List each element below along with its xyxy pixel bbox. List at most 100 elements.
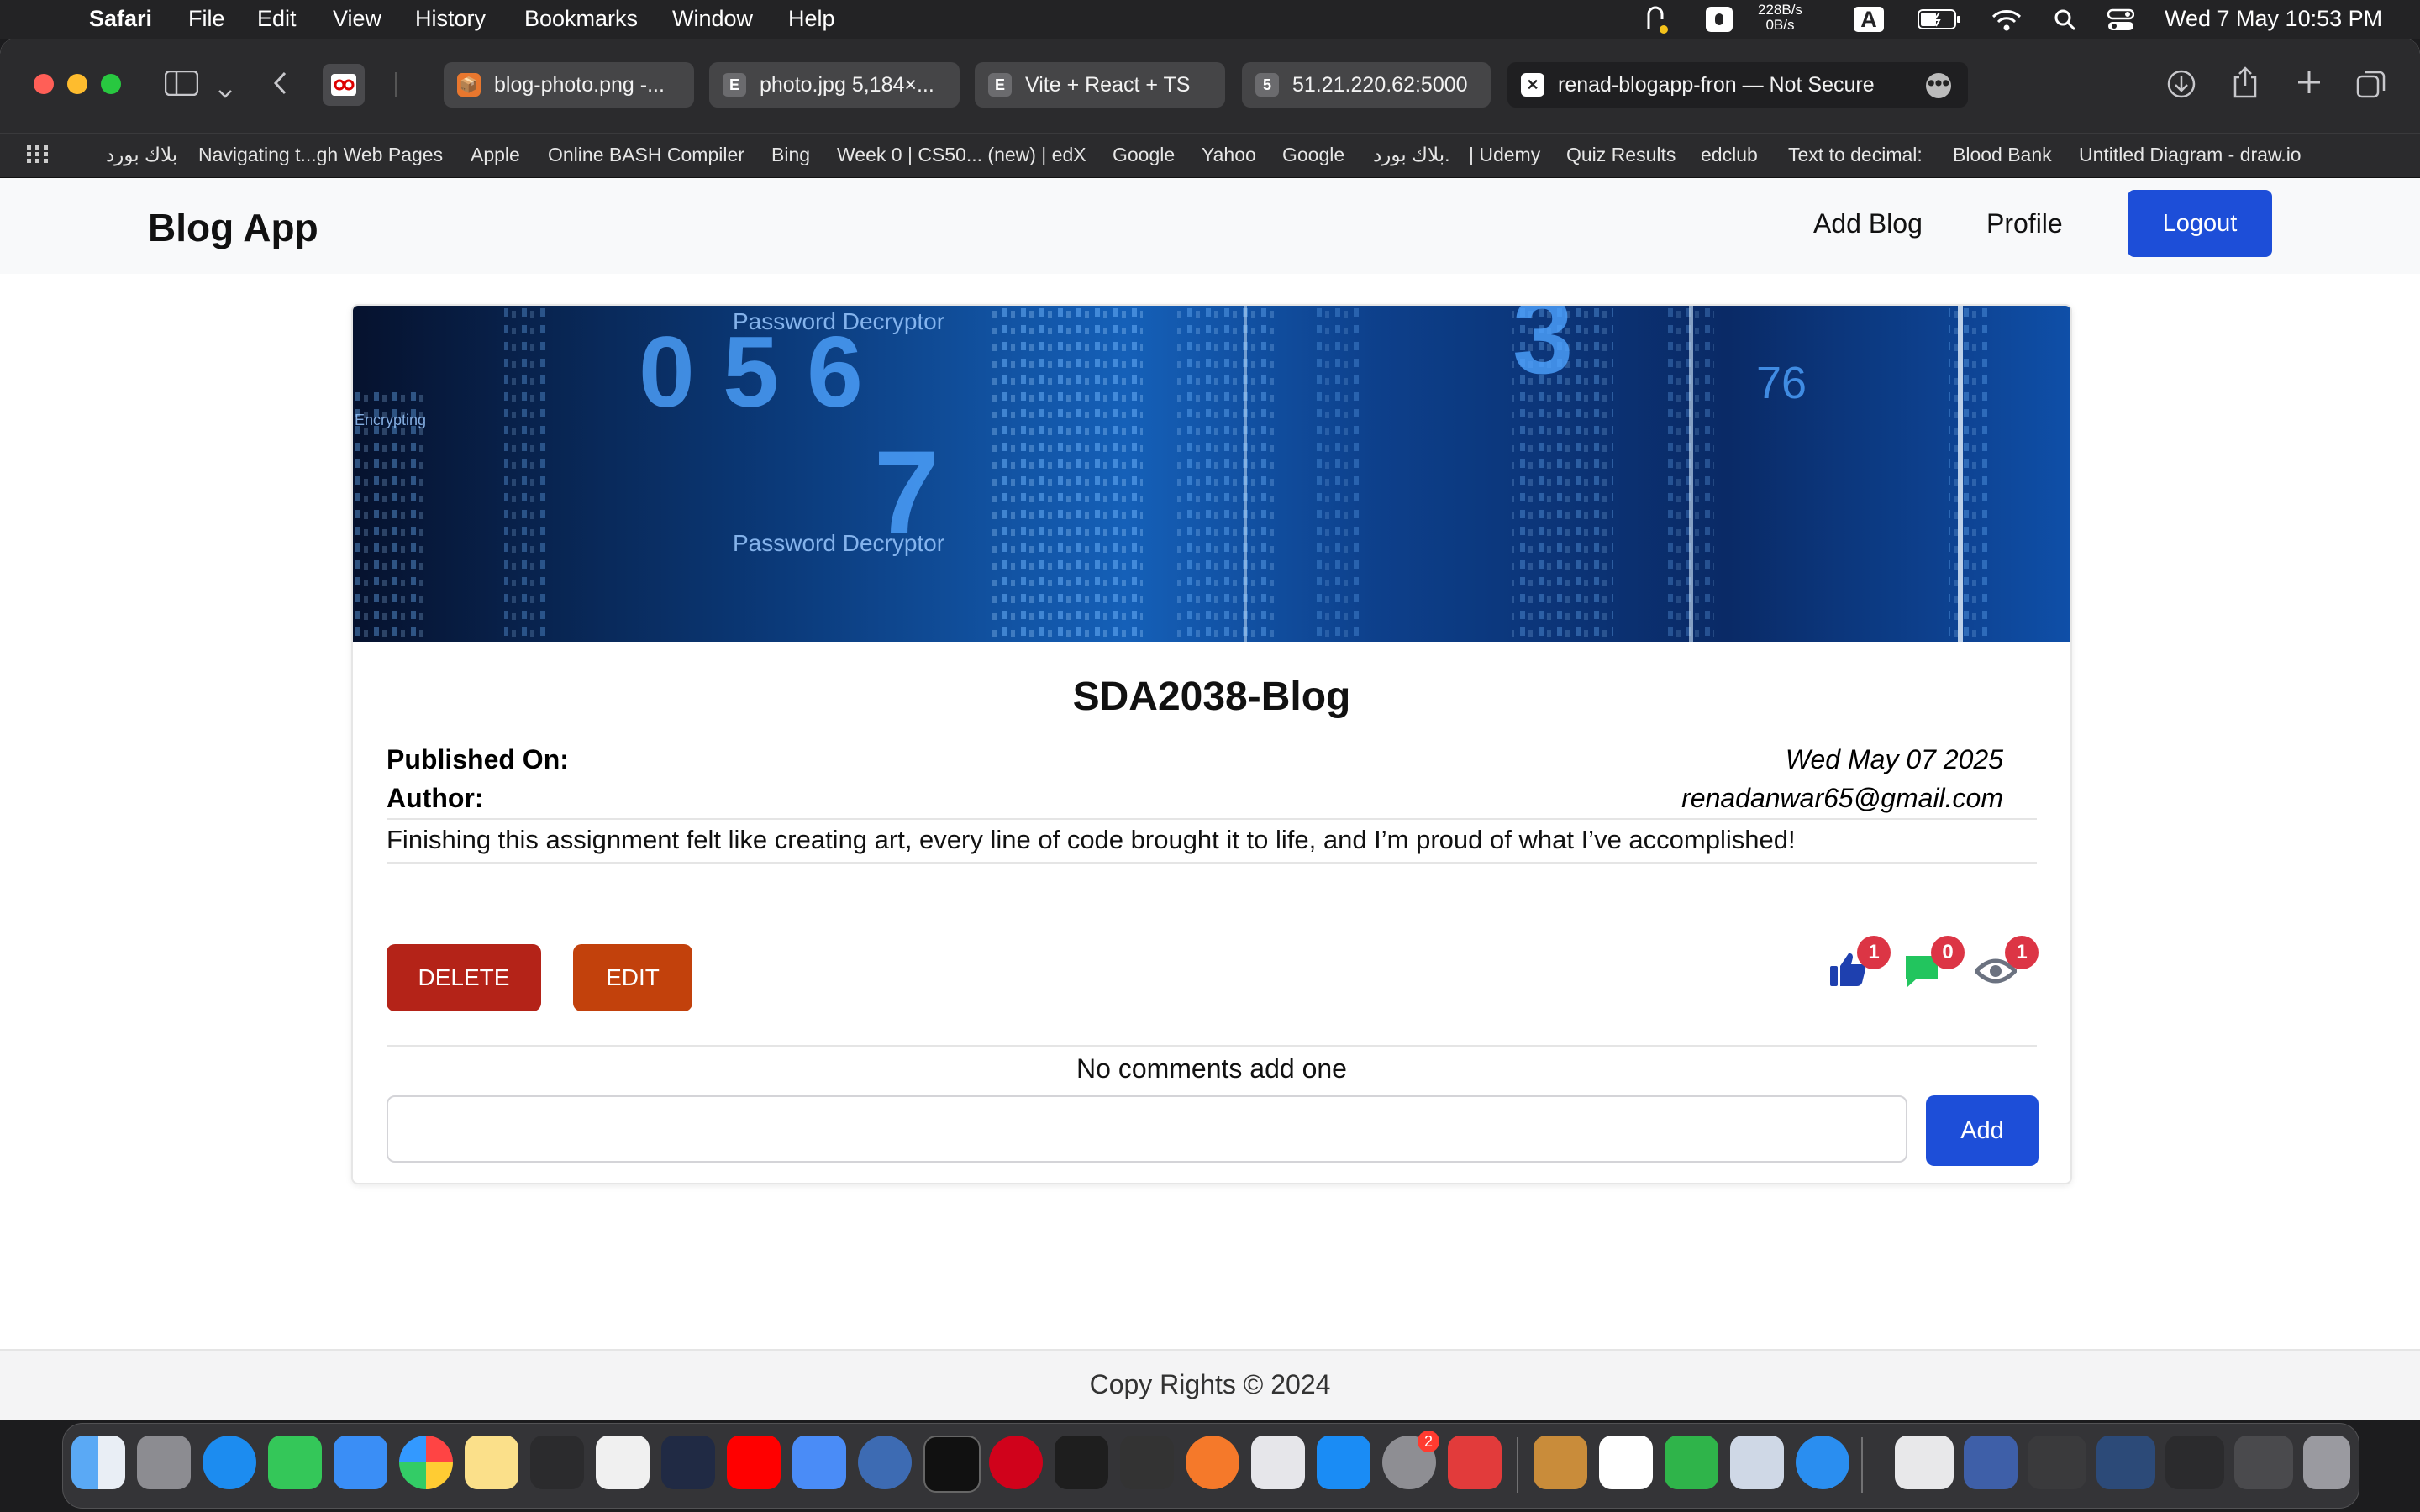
blender-icon[interactable] xyxy=(1186,1436,1239,1489)
tab-favicon: ✕ xyxy=(1521,73,1544,97)
numbers-icon[interactable] xyxy=(1665,1436,1718,1489)
network-speed: 228B/s 0B/s xyxy=(1758,3,1802,33)
launchpad-icon[interactable] xyxy=(137,1436,191,1489)
bookmark-item[interactable]: بلاك بورد xyxy=(106,144,177,166)
vscode-icon[interactable] xyxy=(1599,1436,1653,1489)
zoom-window-button[interactable] xyxy=(101,74,121,94)
minimized-window-thumbnail[interactable] xyxy=(1964,1436,2018,1489)
tab-label: 51.21.220.62:5000 xyxy=(1292,73,1468,97)
trash-icon[interactable] xyxy=(2303,1436,2350,1489)
network-app-icon[interactable] xyxy=(1251,1436,1305,1489)
minimized-window-thumbnail[interactable] xyxy=(2028,1436,2086,1489)
bookmark-item[interactable]: Google xyxy=(1282,144,1344,166)
bookmark-item[interactable]: Google xyxy=(1113,144,1175,166)
share-icon[interactable] xyxy=(2232,66,2259,106)
input-source-indicator[interactable]: A xyxy=(1854,7,1884,32)
battery-icon[interactable] xyxy=(1918,8,1963,36)
tab-label: renad-blogapp-fron — Not Secure xyxy=(1558,73,1875,97)
back-icon[interactable] xyxy=(272,71,289,102)
divider xyxy=(387,1045,2037,1047)
keychain-icon[interactable] xyxy=(1534,1436,1587,1489)
sidebar-toggle-icon[interactable] xyxy=(164,70,199,102)
menu-help[interactable]: Help xyxy=(788,6,835,32)
edit-button[interactable]: EDIT xyxy=(573,944,692,1011)
messages-icon[interactable] xyxy=(268,1436,322,1489)
photo-booth-icon[interactable] xyxy=(1448,1436,1502,1489)
bookmark-item[interactable]: بلاك بورد. xyxy=(1373,144,1450,166)
chevron-down-icon[interactable] xyxy=(217,76,234,107)
add-comment-button[interactable]: Add xyxy=(1926,1095,2039,1166)
notes-icon[interactable] xyxy=(465,1436,518,1489)
bookmark-item[interactable]: | Udemy xyxy=(1469,144,1540,166)
site-brand[interactable]: Blog App xyxy=(148,205,318,250)
more-icon[interactable]: ••• xyxy=(1926,73,1951,98)
bookmark-item[interactable]: Week 0 | CS50... (new) | edX xyxy=(837,144,1086,166)
bookmark-item[interactable]: Untitled Diagram - draw.io xyxy=(2079,144,2302,166)
wifi-icon[interactable] xyxy=(1991,8,2022,38)
tab-favicon: E xyxy=(988,73,1012,97)
browser-toolbar: 📦 blog-photo.png -... E photo.jpg 5,184×… xyxy=(0,39,2420,133)
tab-renad-blogapp[interactable]: ✕ renad-blogapp-fron — Not Secure ••• xyxy=(1507,62,1968,108)
tab-favicon: E xyxy=(723,73,746,97)
tab-overview-icon[interactable] xyxy=(2356,69,2386,106)
menu-view[interactable]: View xyxy=(333,6,381,32)
control-center-icon[interactable] xyxy=(2107,8,2135,38)
apps-grid-icon[interactable] xyxy=(27,145,49,168)
bookmark-item[interactable]: Navigating t...gh Web Pages xyxy=(198,144,443,166)
password-manager-icon[interactable] xyxy=(1706,7,1733,32)
close-window-button[interactable] xyxy=(34,74,54,94)
menu-bookmarks[interactable]: Bookmarks xyxy=(524,6,638,32)
tab-ip-address[interactable]: 5 51.21.220.62:5000 xyxy=(1242,62,1491,108)
minimized-window-thumbnail[interactable] xyxy=(2234,1436,2293,1489)
bookmark-item[interactable]: Apple xyxy=(471,144,520,166)
hook-icon[interactable] xyxy=(1642,6,1672,40)
bookmark-item[interactable]: Blood Bank xyxy=(1953,144,2052,166)
bookmark-item[interactable]: Text to decimal: xyxy=(1788,144,1923,166)
menu-app-name[interactable]: Safari xyxy=(89,6,152,32)
safari-download-icon[interactable] xyxy=(1796,1436,1849,1489)
comment-input[interactable] xyxy=(387,1095,1907,1163)
tab-photo-jpg[interactable]: E photo.jpg 5,184×... xyxy=(709,62,960,108)
logout-button[interactable]: Logout xyxy=(2128,190,2272,257)
bookmark-item[interactable]: Quiz Results xyxy=(1566,144,1676,166)
delete-button[interactable]: DELETE xyxy=(387,944,541,1011)
finder-icon[interactable] xyxy=(71,1436,125,1489)
xcode-icon[interactable] xyxy=(792,1436,846,1489)
new-tab-icon[interactable] xyxy=(2296,69,2323,102)
rocket-icon[interactable] xyxy=(661,1436,715,1489)
safari-icon[interactable] xyxy=(203,1436,256,1489)
authenticator-icon[interactable] xyxy=(530,1436,584,1489)
net-up: 228B/s xyxy=(1758,2,1802,18)
tab-blog-photo[interactable]: 📦 blog-photo.png -... xyxy=(444,62,694,108)
nav-profile-link[interactable]: Profile xyxy=(1986,208,2063,239)
menu-window[interactable]: Window xyxy=(672,6,753,32)
freeform-icon[interactable] xyxy=(596,1436,650,1489)
preview-icon[interactable] xyxy=(1730,1436,1784,1489)
bookmark-item[interactable]: edclub xyxy=(1701,144,1758,166)
app-store-icon[interactable] xyxy=(1317,1436,1370,1489)
minimized-window-thumbnail[interactable] xyxy=(2096,1436,2155,1489)
bookmark-item[interactable]: Yahoo xyxy=(1202,144,1256,166)
menu-file[interactable]: File xyxy=(188,6,225,32)
unity-icon[interactable] xyxy=(1120,1436,1174,1489)
spotlight-search-icon[interactable] xyxy=(2054,8,2077,38)
minimized-window-thumbnail[interactable] xyxy=(2165,1436,2224,1489)
menu-datetime[interactable]: Wed 7 May 10:53 PM xyxy=(2165,6,2382,32)
menu-edit[interactable]: Edit xyxy=(257,6,297,32)
minimized-window-thumbnail[interactable] xyxy=(1895,1436,1954,1489)
nav-add-blog-link[interactable]: Add Blog xyxy=(1813,208,1923,239)
downloads-icon[interactable] xyxy=(2166,69,2196,106)
minimize-window-button[interactable] xyxy=(67,74,87,94)
tab-vite-react[interactable]: E Vite + React + TS xyxy=(975,62,1225,108)
extension-icon[interactable] xyxy=(323,64,365,106)
menu-history[interactable]: History xyxy=(415,6,486,32)
terminal-icon[interactable] xyxy=(923,1436,981,1493)
youtube-icon[interactable] xyxy=(727,1436,781,1489)
mail-icon[interactable] xyxy=(334,1436,387,1489)
bookmark-item[interactable]: Bing xyxy=(771,144,810,166)
photos-icon[interactable] xyxy=(399,1436,453,1489)
eclipse-icon[interactable] xyxy=(858,1436,912,1489)
bookmark-item[interactable]: Online BASH Compiler xyxy=(548,144,744,166)
figma-icon[interactable] xyxy=(1055,1436,1108,1489)
opera-icon[interactable] xyxy=(989,1436,1043,1489)
